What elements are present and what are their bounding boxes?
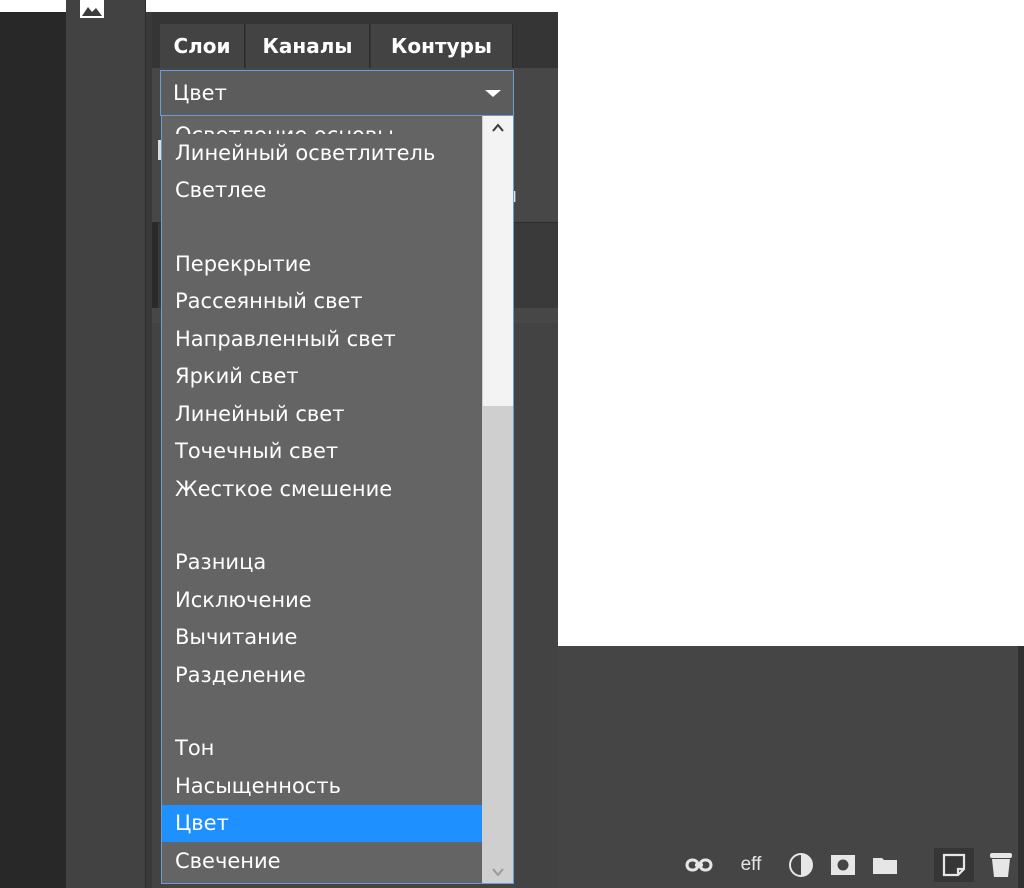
- effects-icon[interactable]: eff: [734, 848, 768, 882]
- layer-row-edge: [152, 222, 158, 308]
- scroll-down-icon[interactable]: [482, 860, 513, 883]
- panel-tabs: Слои Каналы Контуры: [152, 12, 558, 68]
- dropdown-scrollbar[interactable]: [482, 116, 513, 883]
- blend-option[interactable]: Направленный свет: [162, 320, 482, 358]
- blend-option[interactable]: Рассеянный свет: [162, 283, 482, 321]
- tab-paths[interactable]: Контуры: [371, 24, 513, 68]
- blend-option[interactable]: Линейный свет: [162, 395, 482, 433]
- link-icon[interactable]: [682, 848, 716, 882]
- right-edge-strip: [1018, 646, 1024, 888]
- mask-icon[interactable]: [826, 848, 860, 882]
- blend-option[interactable]: Жесткое смешение: [162, 470, 482, 508]
- dropdown-separator: [162, 694, 482, 730]
- layers-action-bar: eff: [558, 842, 1024, 888]
- blend-option[interactable]: Исключение: [162, 581, 482, 619]
- dropdown-separator: [162, 508, 482, 544]
- blend-option-partial[interactable]: Осветление основы: [162, 116, 482, 135]
- blend-option[interactable]: Разница: [162, 544, 482, 582]
- trash-icon[interactable]: [984, 848, 1018, 882]
- folder-icon[interactable]: [868, 848, 902, 882]
- layers-footer-area: eff: [558, 646, 1024, 888]
- blend-option[interactable]: Тон: [162, 730, 482, 768]
- blend-option[interactable]: Свечение: [162, 842, 482, 880]
- blend-mode-options: Осветление основы Линейный осветлительСв…: [162, 116, 482, 880]
- scrollbar-thumb[interactable]: [483, 116, 513, 406]
- dropdown-separator: [162, 209, 482, 245]
- blend-option[interactable]: Линейный осветлитель: [162, 134, 482, 172]
- blend-option[interactable]: Яркий свет: [162, 358, 482, 396]
- caret-down-icon: [485, 90, 501, 97]
- tab-layers[interactable]: Слои: [160, 24, 245, 68]
- blend-option[interactable]: Точечный свет: [162, 433, 482, 471]
- blend-option[interactable]: Светлее: [162, 172, 482, 210]
- left-dark-area: [0, 12, 66, 888]
- blend-option[interactable]: Разделение: [162, 656, 482, 694]
- adjustment-icon[interactable]: [784, 848, 818, 882]
- blend-mode-select[interactable]: Цвет: [160, 70, 514, 116]
- tools-panel: [66, 0, 146, 888]
- blend-mode-value: Цвет: [173, 81, 227, 105]
- scroll-up-icon[interactable]: [482, 116, 513, 140]
- layers-panel: Слои Каналы Контуры ия Цвет Осветление о…: [152, 12, 558, 888]
- blend-option[interactable]: Перекрытие: [162, 245, 482, 283]
- new-layer-icon[interactable]: [934, 848, 974, 882]
- blend-option[interactable]: Вычитание: [162, 619, 482, 657]
- blend-mode-dropdown: Осветление основы Линейный осветлительСв…: [161, 116, 514, 884]
- blend-option[interactable]: Насыщенность: [162, 767, 482, 805]
- image-icon[interactable]: [79, 0, 105, 20]
- blend-option[interactable]: Цвет: [162, 804, 482, 842]
- tab-channels[interactable]: Каналы: [246, 24, 370, 68]
